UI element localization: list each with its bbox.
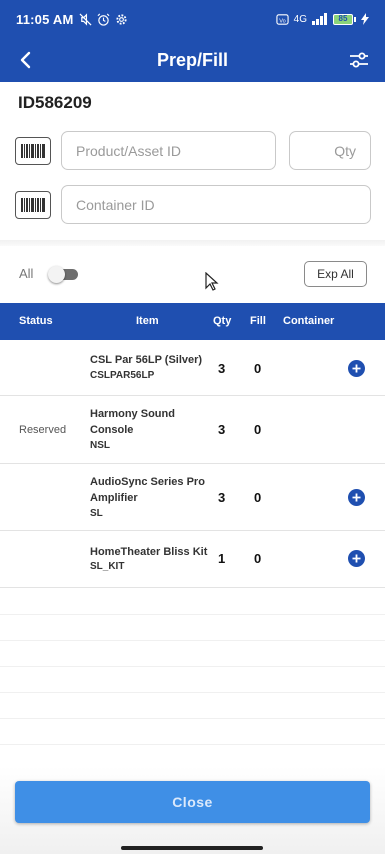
mouse-cursor-icon <box>205 272 219 291</box>
status-bar: 11:05 AM Vo 4G 85 <box>0 0 385 38</box>
item-fill: 0 <box>254 422 262 437</box>
item-qty: 3 <box>218 490 226 505</box>
column-item: Item <box>136 315 159 327</box>
item-name: CSL Par 56LP (Silver) <box>90 354 203 366</box>
row-separator <box>0 614 385 615</box>
row-separator <box>0 718 385 719</box>
add-container-button[interactable] <box>348 360 365 377</box>
filter-settings-icon[interactable] <box>347 48 371 72</box>
charging-icon <box>361 13 369 25</box>
column-container: Container <box>283 315 335 327</box>
item-qty: 3 <box>218 422 226 437</box>
volte-icon: Vo <box>276 13 289 25</box>
status-time: 11:05 AM <box>16 11 74 27</box>
plus-icon <box>352 554 361 563</box>
section-divider <box>0 240 385 246</box>
barcode-icon <box>21 144 45 158</box>
item-fill: 0 <box>254 490 262 505</box>
item-name: Harmony Sound Console <box>90 408 175 436</box>
back-button[interactable] <box>0 38 50 82</box>
chevron-left-icon <box>20 51 31 69</box>
item-name: AudioSync Series Pro Amplifier <box>90 476 205 504</box>
row-separator <box>0 666 385 667</box>
plus-icon <box>352 364 361 373</box>
add-container-button[interactable] <box>348 550 365 567</box>
alarm-icon <box>98 13 110 26</box>
table-header: Status Item Qty Fill Container <box>0 303 385 340</box>
table-row[interactable]: CSL Par 56LP (Silver) CSLPAR56LP 3 0 <box>0 340 385 396</box>
item-status: Reserved <box>19 424 67 436</box>
all-toggle[interactable] <box>48 266 80 283</box>
item-qty: 3 <box>218 361 226 376</box>
order-id: ID586209 <box>18 93 92 112</box>
all-label: All <box>19 266 34 281</box>
qty-input[interactable]: Qty <box>289 131 371 170</box>
table-row[interactable]: AudioSync Series Pro Amplifier SL 3 0 <box>0 464 385 531</box>
scan-product-button[interactable] <box>15 137 51 165</box>
item-qty: 1 <box>218 551 226 566</box>
row-separator <box>0 640 385 641</box>
row-separator <box>0 692 385 693</box>
signal-icon <box>312 13 327 25</box>
column-status: Status <box>19 315 53 327</box>
table-row[interactable]: HomeTheater Bliss Kit SL_KIT 1 0 <box>0 531 385 588</box>
page-title: Prep/Fill <box>156 49 228 70</box>
battery-icon: 85 <box>333 13 356 25</box>
column-qty: Qty <box>213 315 232 327</box>
scan-container-button[interactable] <box>15 191 51 219</box>
row-separator <box>0 744 385 745</box>
item-code: NSL <box>90 440 110 451</box>
item-fill: 0 <box>254 361 262 376</box>
column-fill: Fill <box>250 315 266 327</box>
item-code: CSLPAR56LP <box>90 370 155 381</box>
plus-icon <box>352 493 361 502</box>
item-fill: 0 <box>254 551 262 566</box>
item-code: SL_KIT <box>90 561 125 572</box>
filter-row: All Exp All <box>0 252 385 296</box>
barcode-icon <box>21 198 45 212</box>
add-container-button[interactable] <box>348 489 365 506</box>
mute-icon <box>79 12 92 26</box>
product-asset-id-input[interactable]: Product/Asset ID <box>61 131 276 170</box>
item-name: HomeTheater Bliss Kit <box>90 546 208 558</box>
network-type: 4G <box>293 13 307 25</box>
item-code: SL <box>90 508 103 519</box>
svg-text:Vo: Vo <box>279 18 286 24</box>
home-indicator[interactable] <box>121 846 263 850</box>
table-row[interactable]: Reserved Harmony Sound Console NSL 3 0 <box>0 396 385 464</box>
close-button[interactable]: Close <box>15 781 370 823</box>
app-bar: Prep/Fill <box>0 38 385 82</box>
expand-all-button[interactable]: Exp All <box>304 261 367 287</box>
battery-level: 85 <box>333 13 353 25</box>
container-id-input[interactable]: Container ID <box>61 185 371 224</box>
settings-gear-icon <box>116 13 128 25</box>
